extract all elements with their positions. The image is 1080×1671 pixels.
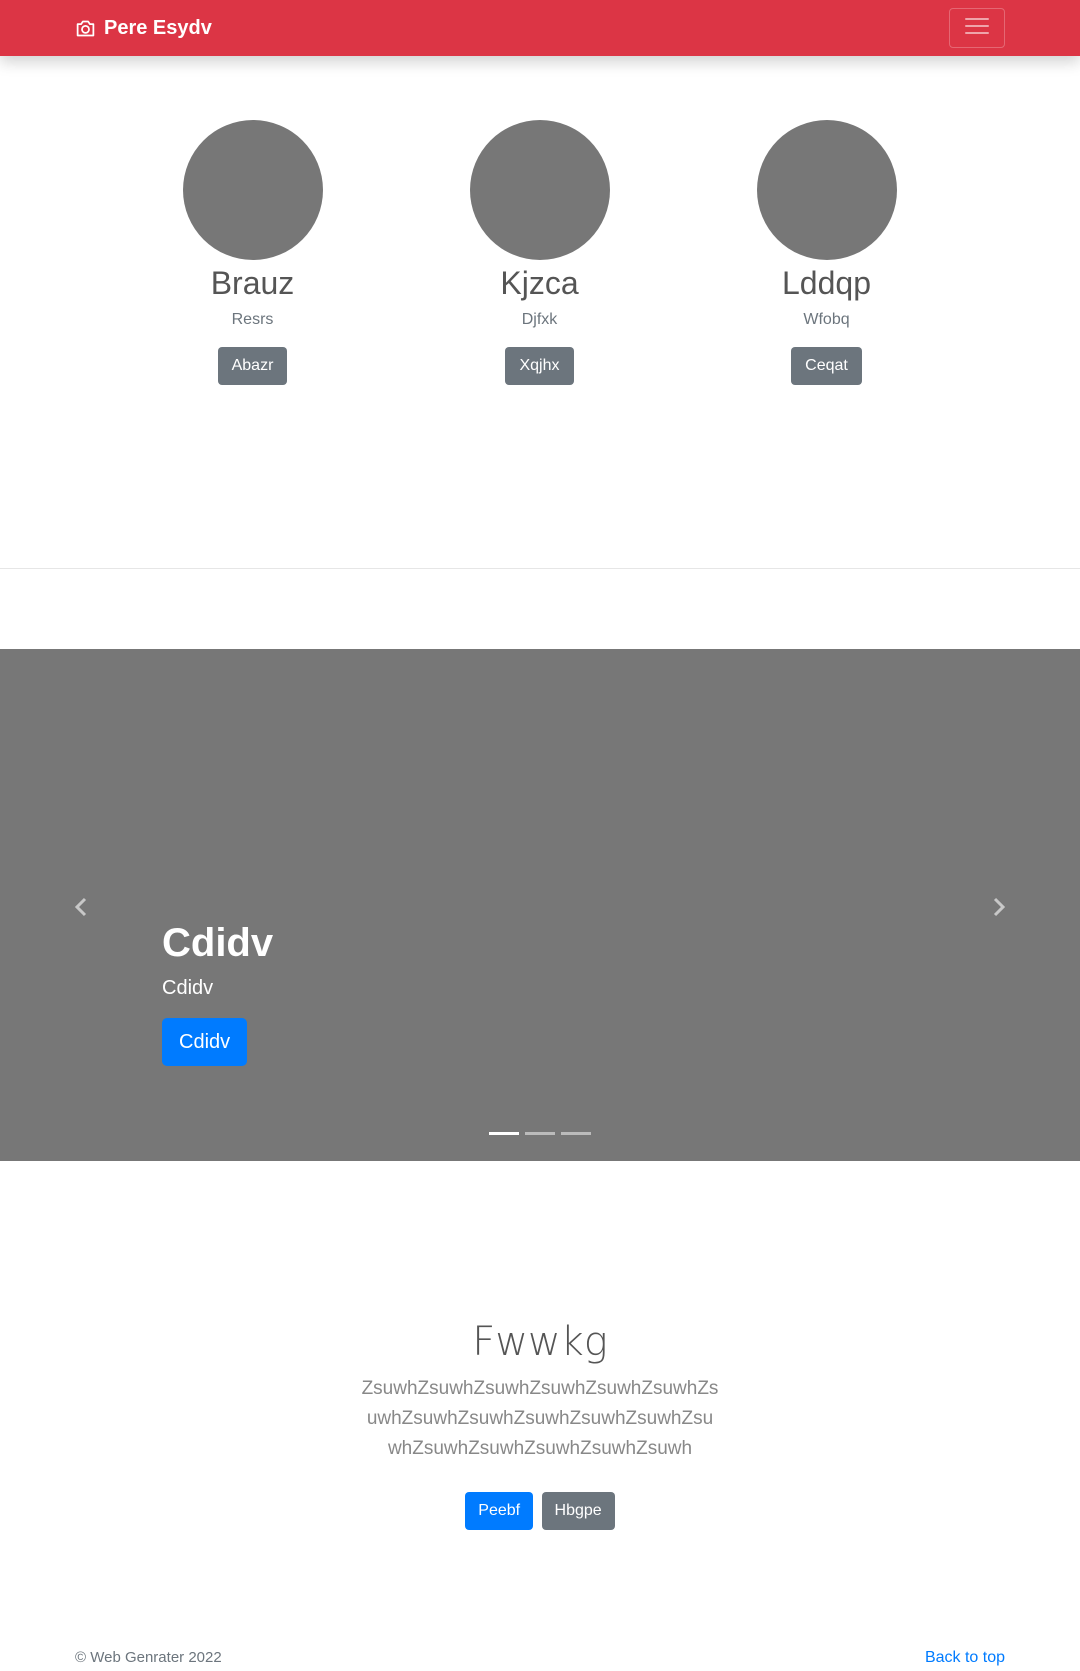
team-member-card: Brauz Resrs Abazr: [109, 120, 396, 385]
carousel-indicators: [489, 1132, 591, 1135]
navbar-toggler-button[interactable]: [949, 8, 1005, 48]
feature-text: ZsuwhZsuwhZsuwhZsuwhZsuwhZsuwhZsuwhZsuwh…: [361, 1378, 719, 1459]
member-button[interactable]: Ceqat: [791, 347, 862, 385]
member-name: Brauz: [210, 265, 295, 301]
carousel-cta-button[interactable]: Cdidv: [162, 1018, 248, 1066]
chevron-right-icon: [992, 897, 1006, 922]
carousel-next-button[interactable]: [984, 894, 1014, 924]
member-role: Djfxk: [521, 311, 558, 328]
feature-title: Fwwkg: [472, 1319, 608, 1365]
carousel-caption: Cdidv Cdidv Cdidv: [162, 919, 273, 1066]
feature-section: Fwwkg ZsuwhZsuwhZsuwhZsuwhZsuwhZsuwhZsuw…: [0, 1161, 1080, 1601]
member-button[interactable]: Abazr: [217, 347, 288, 385]
carousel-indicator[interactable]: [525, 1132, 555, 1135]
avatar: [182, 120, 323, 260]
member-role: Wfobq: [803, 311, 850, 328]
team-section: Brauz Resrs Abazr Kjzca Djfxk Xqjhx Lddq…: [0, 56, 1080, 568]
carousel-indicator[interactable]: [489, 1132, 519, 1135]
avatar: [756, 120, 897, 260]
carousel-title: Cdidv: [162, 921, 274, 965]
member-name: Lddqp: [782, 265, 871, 301]
copyright-text: © Web Genrater 2022: [75, 1649, 222, 1666]
brand-link[interactable]: Pere Esydv: [75, 0, 212, 56]
avatar: [469, 120, 610, 260]
member-role: Resrs: [231, 311, 274, 328]
navbar: Pere Esydv: [0, 0, 1080, 56]
hamburger-menu-icon: [962, 11, 992, 46]
carousel: Cdidv Cdidv Cdidv: [0, 649, 1080, 1161]
feature-primary-button[interactable]: Peebf: [465, 1492, 534, 1530]
carousel-text: Cdidv: [162, 977, 214, 999]
carousel-prev-button[interactable]: [66, 894, 96, 924]
chevron-left-icon: [74, 897, 88, 922]
member-button[interactable]: Xqjhx: [505, 347, 574, 385]
member-name: Kjzca: [500, 265, 579, 301]
brand-name: Pere Esydv: [104, 16, 212, 39]
team-member-card: Lddqp Wfobq Ceqat: [683, 120, 970, 385]
camera-icon: [75, 18, 96, 39]
team-member-card: Kjzca Djfxk Xqjhx: [396, 120, 683, 385]
footer: © Web Genrater 2022 Back to top: [0, 1601, 1080, 1671]
feature-buttons: Peebf Hbgpe: [0, 1492, 1080, 1530]
back-to-top-link[interactable]: Back to top: [925, 1649, 1005, 1667]
feature-secondary-button[interactable]: Hbgpe: [541, 1492, 615, 1530]
carousel-indicator[interactable]: [561, 1132, 591, 1135]
